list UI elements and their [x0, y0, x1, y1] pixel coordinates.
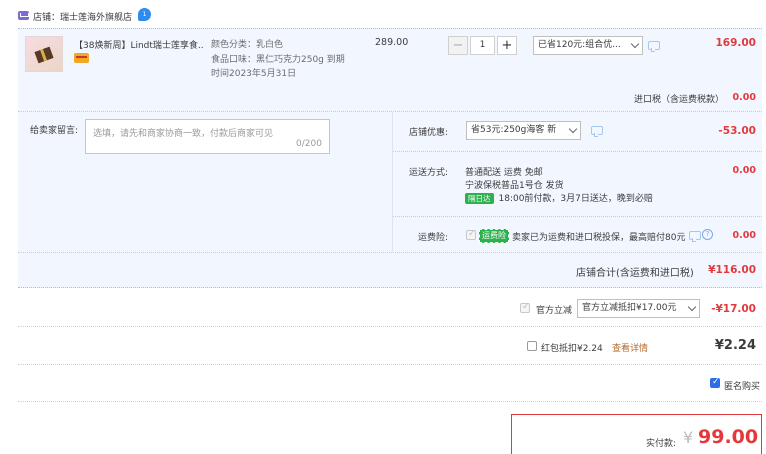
- divider: [18, 252, 762, 253]
- anonymous-checkbox[interactable]: [710, 377, 720, 388]
- divider: [393, 216, 762, 217]
- credit-card-icon: [74, 53, 89, 63]
- payment-total: 99.00: [698, 426, 759, 448]
- message-char-count: 0/200: [296, 139, 322, 149]
- payment-currency: ¥: [683, 428, 694, 447]
- official-discount-checkbox[interactable]: [520, 302, 530, 313]
- divider: [393, 151, 762, 152]
- product-title-link[interactable]: 【38焕新周】Lindt瑞士莲享食...: [74, 38, 204, 51]
- shipping-label: 运送方式:: [409, 168, 449, 178]
- official-discount-select[interactable]: 官方立减抵扣¥17.00元: [577, 299, 700, 318]
- coupon-value: -53.00: [718, 125, 756, 137]
- product-sku-info: 颜色分类：乳白色 食品口味：黑仁巧克力250g 到期 时间2023年5月31日: [211, 38, 345, 82]
- anonymous-label: 匿名购买: [724, 382, 761, 392]
- chevron-down-icon: [687, 302, 697, 312]
- item-discount-select[interactable]: 已省120元:组合优...: [533, 36, 643, 55]
- chat-icon[interactable]: [648, 41, 660, 52]
- import-tax-value: 0.00: [732, 92, 756, 103]
- next-day-badge: 隔日达: [465, 193, 494, 204]
- insurance-label: 运费险:: [418, 233, 449, 243]
- official-discount-label: 官方立减: [536, 306, 573, 316]
- item-total: 169.00: [715, 37, 756, 49]
- store-total-label: 店铺合计(含运费和进口税): [576, 268, 694, 279]
- shipping-delivery-text: 18:00前付款，3月7日送达，晚到必赔: [498, 194, 653, 204]
- red-packet-value: ¥2.24: [714, 338, 756, 353]
- coupon-select[interactable]: 省53元:250g海客 新: [466, 121, 581, 140]
- official-discount-select-value: 官方立减抵扣¥17.00元: [582, 303, 677, 313]
- sku-date: 时间2023年5月31日: [211, 69, 297, 79]
- quantity-minus-button[interactable]: −: [448, 36, 468, 55]
- red-packet-checkbox[interactable]: [527, 341, 537, 351]
- payment-label: 实付款:: [646, 439, 677, 449]
- sku-flavor: 食品口味：黑仁巧克力250g 到期: [211, 54, 345, 65]
- order-panel: [18, 28, 762, 288]
- red-packet-label: 红包抵扣¥2.24: [541, 344, 603, 354]
- shipping-value: 0.00: [732, 165, 756, 176]
- help-icon[interactable]: ?: [702, 229, 713, 240]
- coupon-label: 店铺优惠:: [409, 128, 449, 138]
- divider: [18, 326, 762, 327]
- product-thumbnail[interactable]: [25, 36, 63, 72]
- insurance-value: 0.00: [732, 230, 756, 241]
- coupon-select-value: 省53元:250g海客 新: [471, 125, 557, 135]
- item-discount-value: 已省120元:组合优...: [538, 40, 621, 50]
- divider-vertical: [392, 112, 393, 252]
- unit-price: 289.00: [375, 37, 409, 48]
- sku-color: 颜色分类：乳白色: [211, 40, 284, 50]
- shipping-method: 普通配送 运费 免邮: [465, 168, 543, 178]
- insurance-text: 卖家已为运费和进口税投保，最高赔付80元: [512, 233, 686, 243]
- shop-icon: [18, 11, 29, 20]
- chat-badge-icon[interactable]: 1: [138, 8, 151, 21]
- import-tax-label: 进口税（含运费税款）: [633, 95, 724, 105]
- shop-name-link[interactable]: 店铺：瑞士莲海外旗舰店: [33, 10, 132, 23]
- chevron-down-icon: [568, 124, 578, 134]
- quantity-plus-button[interactable]: +: [497, 36, 517, 55]
- store-total-value: ¥116.00: [708, 264, 756, 276]
- shipping-delivery: 隔日达 18:00前付款，3月7日送达，晚到必赔: [465, 191, 653, 204]
- official-discount-value: -¥17.00: [711, 303, 756, 315]
- message-label: 给卖家留言:: [30, 126, 79, 136]
- chat-icon[interactable]: [689, 231, 701, 242]
- red-packet-details-link[interactable]: 查看详情: [612, 341, 648, 354]
- divider: [18, 364, 762, 365]
- chat-icon[interactable]: [591, 126, 603, 137]
- insurance-checkbox[interactable]: [466, 229, 476, 240]
- message-placeholder: 选填，请先和商家协商一致，付款后商家可见: [93, 129, 274, 139]
- divider: [18, 111, 762, 112]
- shipping-warehouse: 宁波保税普品1号仓 发货: [465, 181, 564, 191]
- divider: [18, 401, 762, 402]
- chevron-down-icon: [630, 39, 640, 49]
- quantity-input[interactable]: 1: [470, 36, 495, 55]
- insurance-badge: 运费险: [479, 229, 509, 243]
